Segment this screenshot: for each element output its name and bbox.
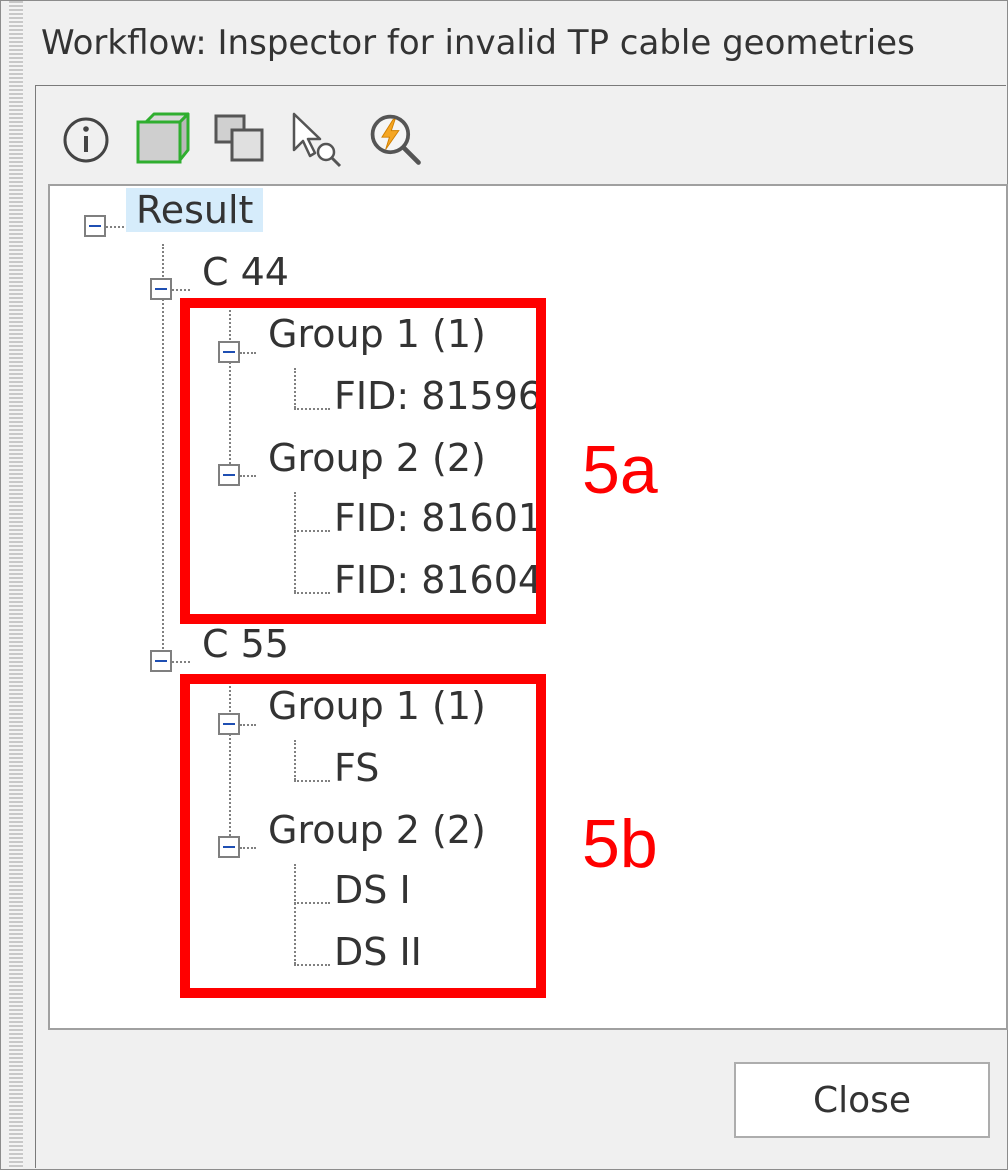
highlight-box-5a bbox=[180, 298, 546, 624]
select-zoom-icon[interactable] bbox=[286, 110, 346, 170]
window-title: Workflow: Inspector for invalid TP cable… bbox=[41, 23, 915, 63]
collapse-toggle-result[interactable] bbox=[84, 215, 106, 237]
tree-connector bbox=[172, 661, 190, 663]
toolbar bbox=[36, 86, 1006, 186]
collapse-toggle-c55[interactable] bbox=[150, 650, 172, 672]
info-icon[interactable] bbox=[56, 110, 116, 170]
resize-grip[interactable] bbox=[9, 1, 23, 1169]
content-panel: Result C 44 Group 1 (1) FID: 81596 Group… bbox=[35, 85, 1008, 1168]
annotation-label-5a: 5a bbox=[582, 432, 658, 508]
tree-connector bbox=[162, 244, 164, 652]
tree-node-c44[interactable]: C 44 bbox=[202, 250, 289, 294]
highlight-box-5b bbox=[180, 674, 546, 998]
copy-layers-icon[interactable] bbox=[210, 110, 270, 170]
collapse-toggle-c44[interactable] bbox=[150, 278, 172, 300]
tree-node-result[interactable]: Result bbox=[126, 188, 264, 232]
tree-connector bbox=[172, 289, 190, 291]
close-button[interactable]: Close bbox=[734, 1062, 990, 1138]
tree-node-c55[interactable]: C 55 bbox=[202, 622, 289, 666]
annotation-label-5b: 5b bbox=[582, 806, 658, 882]
zoom-flash-icon[interactable] bbox=[366, 110, 426, 170]
cube-3d-icon[interactable] bbox=[132, 110, 192, 170]
tree-connector bbox=[106, 226, 124, 228]
